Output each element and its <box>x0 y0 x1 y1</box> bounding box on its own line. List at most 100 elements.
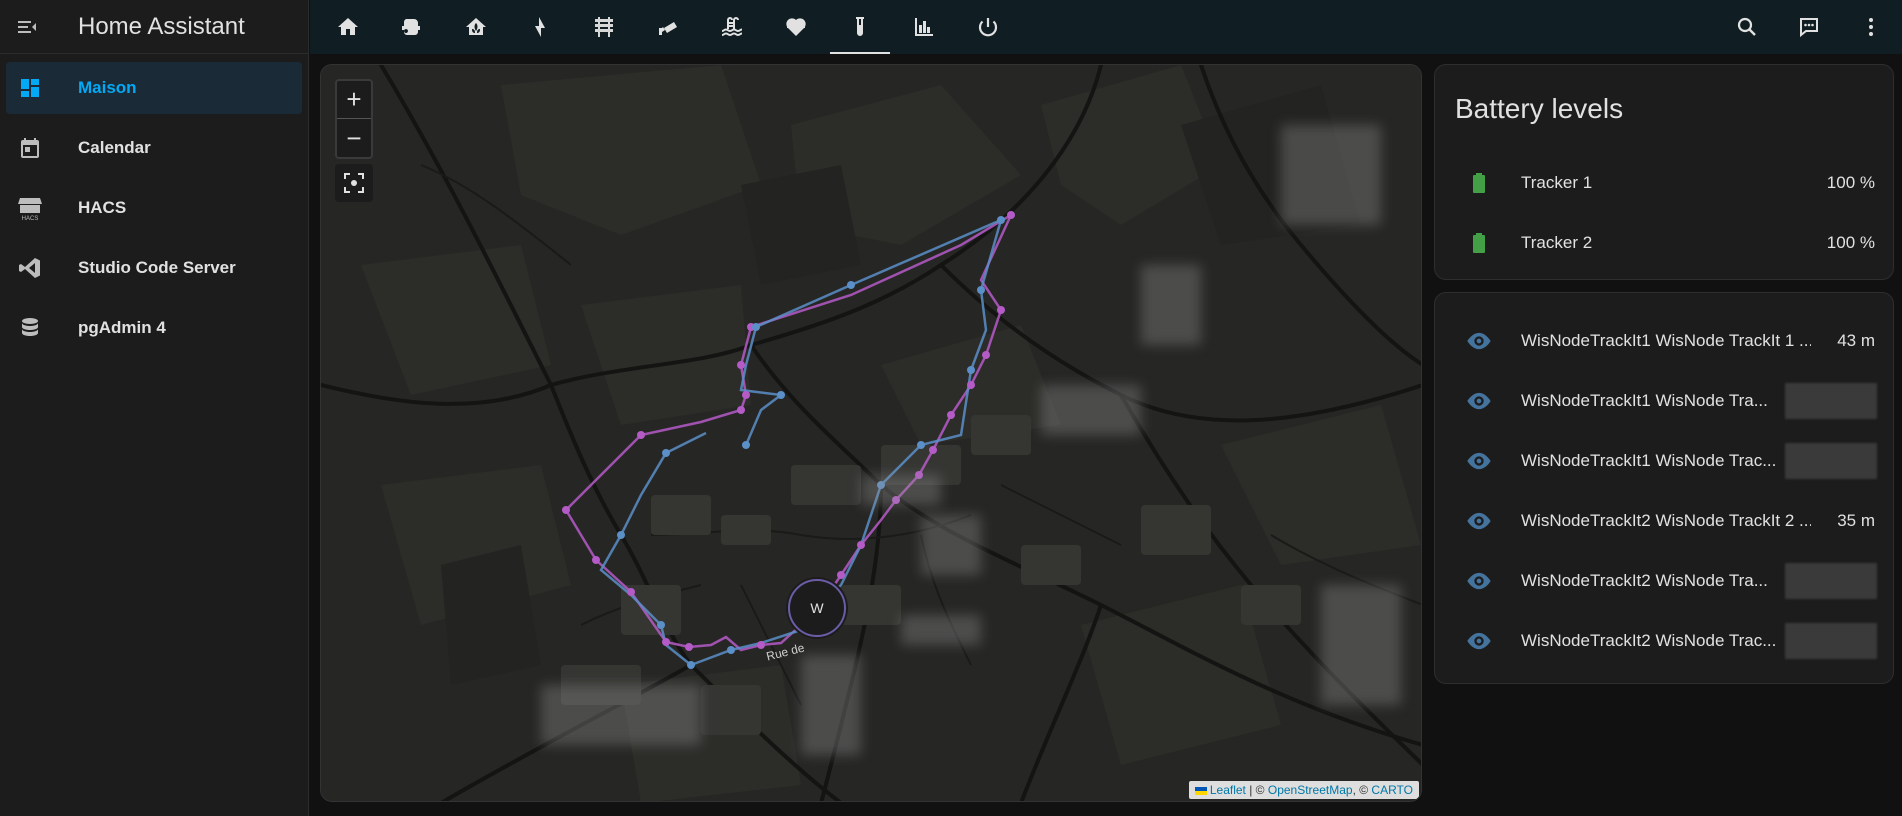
tab-heating[interactable] <box>572 0 636 54</box>
chart-icon <box>915 18 933 36</box>
robot-vacuum-icon <box>402 19 420 35</box>
redacted-label <box>1321 585 1401 705</box>
sidebar-item-hacs[interactable]: HACS HACS <box>6 182 302 234</box>
entity-row[interactable]: WisNodeTrackIt1 WisNode TrackIt 1 ... 43… <box>1435 311 1893 371</box>
entity-state: 43 m <box>1837 331 1875 350</box>
tab-home[interactable] <box>316 0 380 54</box>
svg-text:HACS: HACS <box>22 216 39 221</box>
sidebar-item-maison[interactable]: Maison <box>6 62 302 114</box>
sidebar-nav: Maison Calendar HACS HACS Studio Code Se… <box>0 54 308 354</box>
calendar-icon <box>12 136 48 160</box>
more-vertical-icon <box>1869 18 1873 36</box>
tab-health[interactable] <box>764 0 828 54</box>
menu-open-icon <box>18 20 36 33</box>
search-icon <box>1737 17 1756 36</box>
radiator-icon <box>595 17 613 37</box>
database-icon <box>12 316 48 340</box>
sidebar-item-calendar[interactable]: Calendar <box>6 122 302 174</box>
cctv-icon <box>659 22 677 35</box>
entity-state: 35 m <box>1837 511 1875 530</box>
dashboard-icon <box>12 76 48 100</box>
battery-row[interactable]: Tracker 2 100 % <box>1435 213 1893 273</box>
power-icon <box>978 18 998 37</box>
zoom-control: + − <box>335 79 373 159</box>
entity-row[interactable]: WisNodeTrackIt1 WisNode Trac... <box>1435 431 1893 491</box>
test-tube-icon <box>856 17 864 36</box>
tab-power[interactable] <box>956 0 1020 54</box>
map-card: Rue de W + − Leaflet | © OpenStreetMap, … <box>320 64 1422 802</box>
battery-full-icon <box>1455 231 1511 255</box>
sidebar-item-label: pgAdmin 4 <box>78 318 166 337</box>
heart-pulse-icon <box>786 18 806 36</box>
sidebar-item-label: Calendar <box>78 138 151 157</box>
more-options-button[interactable] <box>1840 0 1902 54</box>
map-tiles[interactable] <box>321 65 1422 802</box>
sidebar-item-label: HACS <box>78 198 127 217</box>
entity-name: WisNodeTrackIt2 WisNode Tra... <box>1521 571 1768 590</box>
home-icon <box>338 18 358 35</box>
zoom-in-button[interactable]: + <box>337 81 371 119</box>
eye-icon <box>1455 567 1511 595</box>
sidebar-header: Home Assistant <box>0 0 308 54</box>
entity-name: WisNodeTrackIt2 WisNode Trac... <box>1521 631 1777 650</box>
tab-statistics[interactable] <box>892 0 956 54</box>
sidebar-item-pgadmin[interactable]: pgAdmin 4 <box>6 302 302 354</box>
sidebar: Home Assistant Maison Calendar HACS HACS… <box>0 0 309 816</box>
attribution-sep: | © <box>1245 783 1268 797</box>
osm-link[interactable]: OpenStreetMap <box>1268 783 1353 797</box>
tab-vacuum[interactable] <box>380 0 444 54</box>
redacted-state <box>1785 383 1877 419</box>
leaflet-link[interactable]: Leaflet <box>1210 783 1246 797</box>
eye-icon <box>1455 627 1511 655</box>
battery-row[interactable]: Tracker 1 100 % <box>1435 153 1893 213</box>
assist-button[interactable] <box>1778 0 1840 54</box>
entities-card: WisNodeTrackIt1 WisNode TrackIt 1 ... 43… <box>1434 292 1894 684</box>
tracker-marker[interactable]: W <box>788 579 846 637</box>
redacted-state <box>1785 443 1877 479</box>
sidebar-item-label: Maison <box>78 78 137 97</box>
eye-icon <box>1455 387 1511 415</box>
tab-energy[interactable] <box>508 0 572 54</box>
home-plant-icon <box>466 18 486 35</box>
entity-name: WisNodeTrackIt1 WisNode Tra... <box>1521 391 1768 410</box>
hacs-store-icon: HACS <box>12 195 48 221</box>
tab-pool[interactable] <box>700 0 764 54</box>
redacted-label <box>1281 125 1381 225</box>
sidebar-item-label: Studio Code Server <box>78 258 236 277</box>
redacted-label <box>801 655 861 755</box>
tab-garden[interactable] <box>444 0 508 54</box>
toolbar-actions <box>1716 0 1902 54</box>
app-title: Home Assistant <box>78 12 245 40</box>
entity-state: 100 % <box>1826 233 1875 252</box>
entity-row[interactable]: WisNodeTrackIt2 WisNode Trac... <box>1435 611 1893 671</box>
entity-name: Tracker 1 <box>1521 173 1593 192</box>
tab-cameras[interactable] <box>636 0 700 54</box>
entity-row[interactable]: WisNodeTrackIt2 WisNode TrackIt 2 ... 35… <box>1435 491 1893 551</box>
top-toolbar <box>310 0 1902 54</box>
redacted-label <box>901 615 981 645</box>
eye-icon <box>1455 447 1511 475</box>
assist-chat-icon <box>1800 18 1818 38</box>
card-title: Battery levels <box>1455 93 1624 124</box>
entity-row[interactable]: WisNodeTrackIt1 WisNode Tra... <box>1435 371 1893 431</box>
redacted-label <box>921 515 981 575</box>
redacted-label <box>1041 385 1141 435</box>
ukraine-flag-icon <box>1194 786 1207 795</box>
search-button[interactable] <box>1716 0 1778 54</box>
vscode-icon <box>12 256 48 280</box>
entity-name: WisNodeTrackIt1 WisNode Trac... <box>1521 451 1777 470</box>
tab-trackers[interactable] <box>828 0 892 54</box>
lightning-icon <box>535 17 545 37</box>
sidebar-item-studio-code-server[interactable]: Studio Code Server <box>6 242 302 294</box>
redacted-label <box>861 475 941 505</box>
entity-row[interactable]: WisNodeTrackIt2 WisNode Tra... <box>1435 551 1893 611</box>
zoom-out-button[interactable]: − <box>337 119 371 157</box>
carto-link[interactable]: CARTO <box>1371 783 1413 797</box>
fit-map-button[interactable] <box>335 164 373 202</box>
menu-toggle-button[interactable] <box>0 0 54 54</box>
battery-full-icon <box>1455 171 1511 195</box>
eye-icon <box>1455 327 1511 355</box>
entity-name: WisNodeTrackIt1 WisNode TrackIt 1 ... <box>1521 331 1811 350</box>
view-tabs <box>316 0 1020 54</box>
attribution-sep: , © <box>1352 783 1372 797</box>
